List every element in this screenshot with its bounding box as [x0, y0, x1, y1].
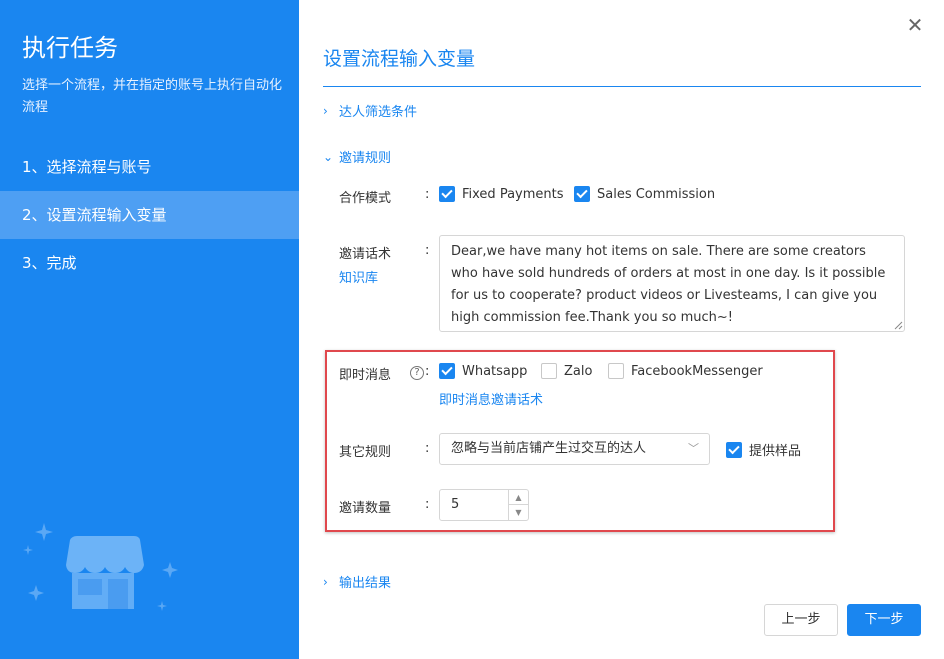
- checkbox-label: 提供样品: [749, 444, 802, 459]
- chevron-down-icon: ⌄: [323, 149, 334, 164]
- sidebar-title: 执行任务: [22, 34, 118, 62]
- close-icon[interactable]: ✕: [904, 14, 926, 36]
- im-invite-script-link[interactable]: 即时消息邀请话术: [439, 389, 543, 408]
- colon: :: [425, 243, 430, 258]
- knowledge-base-link[interactable]: 知识库: [339, 267, 378, 286]
- section-output-label: 输出结果: [339, 576, 392, 591]
- other-rules-select[interactable]: 忽略与当前店铺产生过交互的达人 ﹀: [439, 433, 710, 465]
- prev-button[interactable]: 上一步: [764, 604, 838, 636]
- checkbox-facebook-messenger[interactable]: FacebookMessenger: [608, 363, 763, 379]
- coop-mode-label: 合作模式: [339, 191, 392, 206]
- checkbox-fixed-payments[interactable]: Fixed Payments: [439, 186, 564, 202]
- checkbox-checked-icon: [439, 363, 455, 379]
- checkbox-zalo[interactable]: Zalo: [541, 363, 592, 379]
- colon: :: [425, 441, 430, 456]
- checkbox-label: Sales Commission: [597, 186, 716, 202]
- checkbox-provide-sample[interactable]: 提供样品: [726, 440, 801, 459]
- invite-script-label: 邀请话术: [339, 247, 392, 262]
- sidebar-description: 选择一个流程，并在指定的账号上执行自动化流程: [22, 78, 283, 115]
- section-invite-label: 邀请规则: [339, 151, 392, 166]
- invite-count-label: 邀请数量: [339, 501, 392, 516]
- invite-script-textarea[interactable]: Dear,we have many hot items on sale. The…: [439, 235, 905, 332]
- section-filter-toggle[interactable]: › 达人筛选条件: [323, 101, 418, 121]
- sidebar-step-3[interactable]: 3、完成: [0, 239, 299, 287]
- chevron-right-icon: ›: [323, 574, 328, 589]
- checkbox-checked-icon: [726, 441, 742, 458]
- select-value: 忽略与当前店铺产生过交互的达人: [451, 441, 647, 456]
- checkbox-unchecked-icon: [608, 363, 624, 379]
- page-title: 设置流程输入变量: [323, 48, 476, 70]
- sidebar: 执行任务 选择一个流程，并在指定的账号上执行自动化流程 1、选择流程与账号 2、…: [0, 0, 299, 659]
- section-output-toggle[interactable]: › 输出结果: [323, 572, 392, 592]
- colon: :: [425, 497, 430, 512]
- other-rules-label: 其它规则: [339, 445, 392, 460]
- checkbox-sales-commission[interactable]: Sales Commission: [574, 186, 715, 202]
- checkbox-unchecked-icon: [541, 363, 557, 379]
- checkbox-label: FacebookMessenger: [631, 363, 763, 379]
- stepper-up-icon[interactable]: ▲: [508, 490, 528, 505]
- checkbox-whatsapp[interactable]: Whatsapp: [439, 363, 527, 379]
- title-divider: [323, 86, 921, 87]
- invite-count-value: 5: [451, 497, 460, 512]
- colon: :: [425, 364, 430, 379]
- section-filter-label: 达人筛选条件: [339, 105, 418, 120]
- resize-grip-icon[interactable]: [893, 320, 903, 330]
- invite-count-stepper[interactable]: 5 ▲ ▼: [439, 489, 529, 521]
- stepper-down-icon[interactable]: ▼: [508, 505, 528, 520]
- checkbox-checked-icon: [439, 186, 455, 202]
- im-label: 即时消息: [339, 368, 392, 383]
- sidebar-step-1[interactable]: 1、选择流程与账号: [0, 143, 299, 191]
- checkbox-checked-icon: [574, 186, 590, 202]
- checkbox-label: Fixed Payments: [462, 186, 564, 202]
- colon: :: [425, 187, 430, 202]
- sidebar-step-2[interactable]: 2、设置流程输入变量: [0, 191, 299, 239]
- checkbox-label: Whatsapp: [462, 363, 528, 379]
- store-illustration-icon: [23, 523, 178, 611]
- chevron-right-icon: ›: [323, 103, 328, 118]
- question-circle-icon[interactable]: ?: [410, 366, 424, 380]
- next-button[interactable]: 下一步: [847, 604, 921, 636]
- section-invite-toggle[interactable]: ⌄ 邀请规则: [323, 147, 392, 167]
- checkbox-label: Zalo: [564, 363, 593, 379]
- chevron-down-icon: ﹀: [688, 442, 699, 455]
